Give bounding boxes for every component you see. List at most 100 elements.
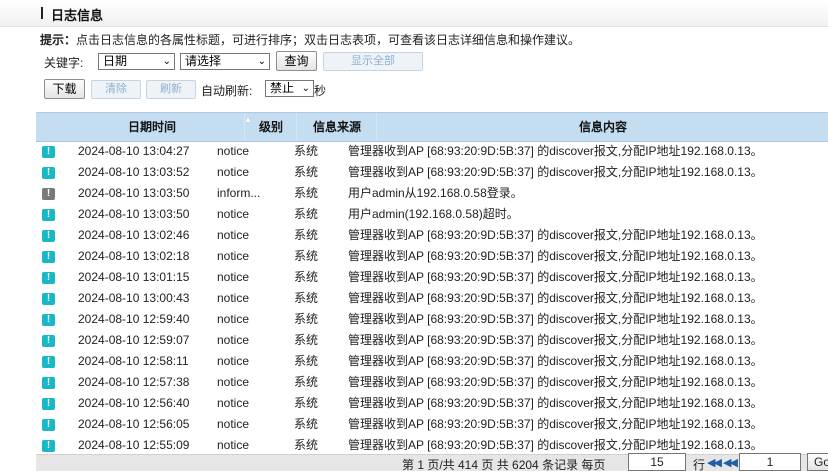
- notice-level-icon: !: [42, 146, 55, 158]
- chevron-down-icon: ⌄: [301, 83, 310, 94]
- cell-level: notice: [217, 291, 250, 305]
- notice-level-icon: !: [42, 398, 55, 410]
- cell-level: notice: [217, 165, 250, 179]
- seconds-unit: 秒: [314, 84, 327, 98]
- chevron-down-icon: ⌄: [257, 56, 266, 67]
- cell-level: notice: [217, 333, 250, 347]
- first-page-icon[interactable]: ◀◀: [707, 456, 722, 469]
- cell-source: 系统: [294, 438, 319, 452]
- notice-level-icon: !: [42, 356, 55, 368]
- cell-message: 管理器收到AP [68:93:20:9D:5B:37] 的discover报文,…: [348, 228, 763, 242]
- keyword-value-value: 请选择: [185, 54, 222, 68]
- table-row[interactable]: ! 2024-08-10 12:58:11 notice 系统 管理器收到AP [68:…: [36, 351, 828, 372]
- cell-message: 管理器收到AP [68:93:20:9D:5B:37] 的discover报文,…: [348, 312, 763, 326]
- cell-message: 用户admin从192.168.0.58登录。: [348, 186, 523, 200]
- page-size-input[interactable]: 15: [628, 453, 686, 471]
- notice-level-icon: !: [42, 440, 55, 452]
- cell-time: 2024-08-10 12:59:40: [78, 312, 190, 326]
- notice-level-icon: !: [42, 293, 55, 305]
- cell-time: 2024-08-10 12:59:07: [78, 333, 190, 347]
- cell-level: notice: [217, 144, 250, 158]
- cell-level: notice: [217, 249, 250, 263]
- cell-time: 2024-08-10 13:03:52: [78, 165, 190, 179]
- cell-message: 管理器收到AP [68:93:20:9D:5B:37] 的discover报文,…: [348, 333, 763, 347]
- cell-source: 系统: [294, 249, 319, 263]
- go-button[interactable]: Go: [807, 453, 828, 471]
- cell-message: 管理器收到AP [68:93:20:9D:5B:37] 的discover报文,…: [348, 291, 763, 305]
- table-row[interactable]: ! 2024-08-10 12:56:05 notice 系统 管理器收到AP [68:…: [36, 414, 828, 435]
- cell-source: 系统: [294, 333, 319, 347]
- cell-source: 系统: [294, 417, 319, 431]
- show-all-button[interactable]: 显示全部: [323, 52, 423, 71]
- table-row[interactable]: ! 2024-08-10 13:03:50 inform... 系统 用户admin从1…: [36, 183, 828, 204]
- notice-level-icon: !: [42, 251, 55, 263]
- cell-message: 管理器收到AP [68:93:20:9D:5B:37] 的discover报文,…: [348, 354, 763, 368]
- cell-message: 用户admin(192.168.0.58)超时。: [348, 207, 519, 221]
- cell-level: notice: [217, 207, 250, 221]
- column-header-level[interactable]: 级别: [244, 113, 297, 141]
- cell-time: 2024-08-10 13:03:50: [78, 207, 190, 221]
- cell-message: 管理器收到AP [68:93:20:9D:5B:37] 的discover报文,…: [348, 165, 763, 179]
- query-button[interactable]: 查询: [276, 51, 317, 71]
- table-row[interactable]: ! 2024-08-10 13:00:43 notice 系统 管理器收到AP [68:…: [36, 288, 828, 309]
- auto-refresh-label: 自动刷新:: [201, 84, 253, 98]
- cell-source: 系统: [294, 312, 319, 326]
- cell-source: 系统: [294, 186, 319, 200]
- hint-body: 点击日志信息的各属性标题，可进行排序；双击日志表项，可查看该日志详细信息和操作建…: [76, 33, 581, 47]
- cell-time: 2024-08-10 13:04:27: [78, 144, 190, 158]
- clear-button[interactable]: 清除: [91, 80, 141, 99]
- column-header-source[interactable]: 信息来源: [296, 113, 377, 141]
- hint-text: 提示：点击日志信息的各属性标题，可进行排序；双击日志表项，可查看该日志详细信息和…: [40, 31, 580, 48]
- cell-source: 系统: [294, 144, 319, 158]
- notice-level-icon: !: [42, 272, 55, 284]
- table-row[interactable]: ! 2024-08-10 12:57:38 notice 系统 管理器收到AP [68:…: [36, 372, 828, 393]
- prev-page-icon[interactable]: ◀◀: [723, 456, 738, 469]
- cell-level: notice: [217, 270, 250, 284]
- cell-level: notice: [217, 312, 250, 326]
- table-row[interactable]: ! 2024-08-10 13:01:15 notice 系统 管理器收到AP [68:…: [36, 267, 828, 288]
- download-button[interactable]: 下载: [44, 79, 85, 99]
- cell-level: notice: [217, 354, 250, 368]
- notice-level-icon: !: [42, 335, 55, 347]
- cell-time: 2024-08-10 12:58:11: [78, 354, 189, 368]
- table-row[interactable]: ! 2024-08-10 13:02:46 notice 系统 管理器收到AP [68:…: [36, 225, 828, 246]
- title-marker: [41, 7, 43, 19]
- keyword-field-select[interactable]: 日期 ⌄: [98, 53, 175, 70]
- keyword-value-select[interactable]: 请选择 ⌄: [180, 53, 270, 70]
- notice-level-icon: !: [42, 377, 55, 389]
- notice-level-icon: !: [42, 314, 55, 326]
- table-row[interactable]: ! 2024-08-10 12:59:40 notice 系统 管理器收到AP [68:…: [36, 309, 828, 330]
- notice-level-icon: !: [42, 230, 55, 242]
- column-header-time[interactable]: 日期时间: [62, 113, 242, 141]
- cell-message: 管理器收到AP [68:93:20:9D:5B:37] 的discover报文,…: [348, 375, 763, 389]
- cell-time: 2024-08-10 13:01:15: [78, 270, 190, 284]
- refresh-button[interactable]: 刷新: [146, 80, 196, 99]
- table-row[interactable]: ! 2024-08-10 13:02:18 notice 系统 管理器收到AP [68:…: [36, 246, 828, 267]
- auto-refresh-select[interactable]: 禁止 ⌄: [265, 80, 314, 97]
- hint-label: 提示：: [40, 33, 77, 47]
- rows-unit: 行: [693, 458, 706, 472]
- column-header-message[interactable]: 信息内容: [376, 113, 828, 141]
- cell-source: 系统: [294, 291, 319, 305]
- table-row[interactable]: ! 2024-08-10 12:59:07 notice 系统 管理器收到AP [68:…: [36, 330, 828, 351]
- cell-time: 2024-08-10 13:00:43: [78, 291, 190, 305]
- table-row[interactable]: ! 2024-08-10 13:03:50 notice 系统 用户admin(192.…: [36, 204, 828, 225]
- pager-summary: 第 1 页/共 414 页 共 6204 条记录 每页: [402, 458, 606, 472]
- cell-time: 2024-08-10 12:56:40: [78, 396, 190, 410]
- table-row[interactable]: ! 2024-08-10 12:55:09 notice 系统 管理器收到AP [68:…: [36, 435, 828, 456]
- page-number-input[interactable]: 1: [739, 453, 801, 471]
- table-row[interactable]: ! 2024-08-10 12:56:40 notice 系统 管理器收到AP [68:…: [36, 393, 828, 414]
- cell-source: 系统: [294, 228, 319, 242]
- cell-source: 系统: [294, 354, 319, 368]
- info-level-icon: !: [42, 188, 55, 200]
- cell-level: notice: [217, 396, 250, 410]
- page-title: 日志信息: [51, 8, 104, 23]
- cell-time: 2024-08-10 13:02:18: [78, 249, 190, 263]
- cell-message: 管理器收到AP [68:93:20:9D:5B:37] 的discover报文,…: [348, 396, 763, 410]
- cell-level: notice: [217, 417, 250, 431]
- cell-message: 管理器收到AP [68:93:20:9D:5B:37] 的discover报文,…: [348, 417, 763, 431]
- cell-time: 2024-08-10 12:56:05: [78, 417, 190, 431]
- table-row[interactable]: ! 2024-08-10 13:04:27 notice 系统 管理器收到AP [68:…: [36, 141, 828, 162]
- cell-source: 系统: [294, 375, 319, 389]
- table-row[interactable]: ! 2024-08-10 13:03:52 notice 系统 管理器收到AP [68:…: [36, 162, 828, 183]
